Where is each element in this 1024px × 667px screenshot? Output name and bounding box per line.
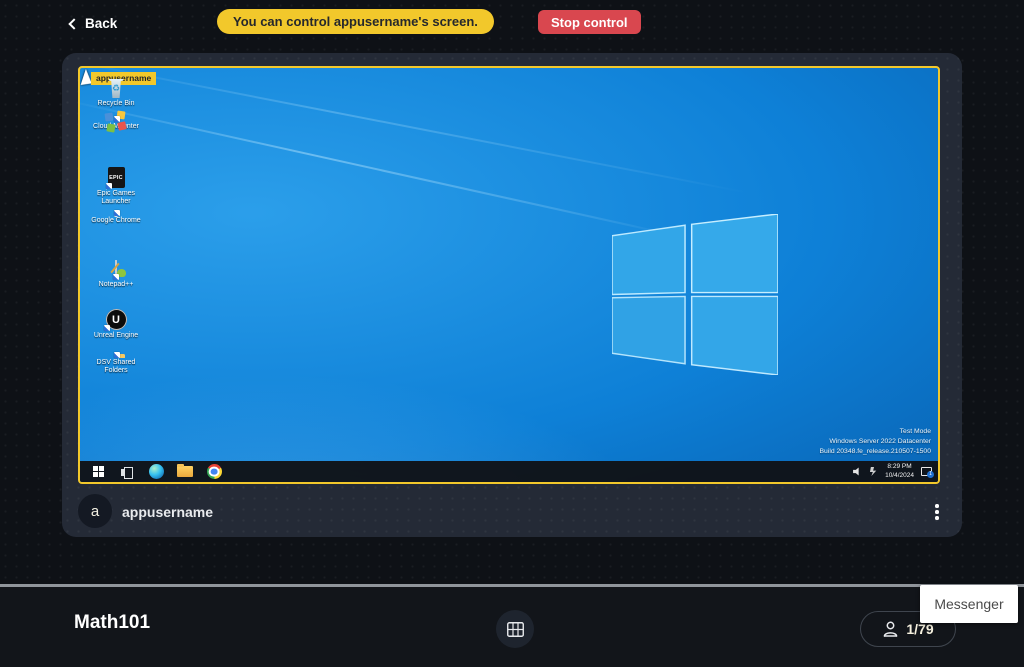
grid-icon [507, 622, 524, 637]
stop-control-label: Stop control [551, 15, 628, 30]
person-icon [882, 620, 899, 638]
windows-taskbar: 8:29 PM 10/4/2024 1 [80, 461, 938, 482]
task-view-icon[interactable] [117, 462, 137, 482]
wallpaper-light-ray [78, 98, 685, 238]
control-banner-text: You can control appusername's screen. [233, 14, 478, 29]
notification-center-icon[interactable]: 1 [921, 467, 932, 476]
remote-desktop-screen[interactable]: appusername ♻ Recycle Bin Cloud Mounter … [78, 66, 940, 484]
messenger-button[interactable]: Messenger [920, 585, 1018, 623]
chevron-left-icon [68, 18, 79, 29]
recycle-bin-icon: ♻ [109, 79, 124, 98]
grid-view-button[interactable] [496, 610, 534, 648]
back-label: Back [85, 16, 117, 31]
network-tray-icon[interactable] [869, 467, 878, 476]
stop-control-button[interactable]: Stop control [538, 10, 641, 34]
participant-count: 1/79 [906, 621, 933, 637]
desktop-icon-unreal-engine[interactable]: U Unreal Engine [84, 309, 148, 340]
desktop-icon-recycle-bin[interactable]: ♻ Recycle Bin [84, 79, 148, 108]
windows-watermark: Test Mode Windows Server 2022 Datacenter… [820, 427, 932, 457]
desktop-icon-notepad-plus-plus[interactable]: Notepad++ [84, 261, 148, 289]
screen-share-card: appusername ♻ Recycle Bin Cloud Mounter … [62, 53, 962, 537]
unreal-engine-icon: U [106, 309, 127, 330]
notification-badge: 1 [927, 471, 934, 478]
start-button-icon[interactable] [88, 462, 108, 482]
wallpaper-light-ray [78, 66, 747, 194]
participant-name: appusername [122, 504, 213, 520]
edge-taskbar-icon[interactable] [146, 462, 166, 482]
taskbar-clock[interactable]: 8:29 PM 10/4/2024 [885, 463, 914, 481]
desktop-icon-cloud-mounter[interactable]: Cloud Mounter [84, 121, 148, 131]
meeting-footer: Math101 1/79 [0, 584, 1024, 667]
epic-games-icon: EPIC [108, 167, 125, 188]
desktop-icon-epic-games[interactable]: EPIC Epic Games Launcher [84, 167, 148, 206]
desktop-icon-dsv-shared-folders[interactable]: DSV Shared Folders [84, 357, 148, 375]
participant-avatar: a [78, 494, 112, 528]
volume-tray-icon[interactable] [853, 467, 862, 476]
chrome-taskbar-icon[interactable] [204, 462, 224, 482]
back-button[interactable]: Back [70, 16, 117, 31]
file-explorer-taskbar-icon[interactable] [175, 462, 195, 482]
control-banner: You can control appusername's screen. [217, 9, 494, 34]
desktop-icon-google-chrome[interactable]: Google Chrome [84, 215, 148, 225]
windows-logo [612, 214, 778, 375]
notepad-plus-plus-icon [115, 261, 117, 279]
participant-menu-button[interactable] [928, 501, 946, 523]
meeting-title: Math101 [74, 612, 150, 634]
